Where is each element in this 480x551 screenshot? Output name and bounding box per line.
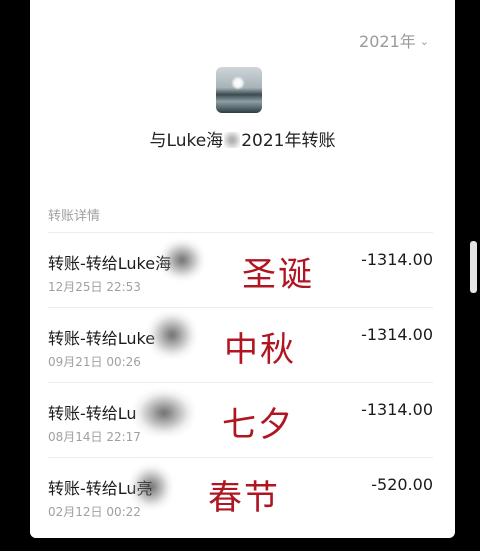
annotation-note: 春节 bbox=[208, 478, 280, 518]
redaction-blur bbox=[130, 465, 172, 509]
page-title: 与Luke海 2021年转账 bbox=[30, 126, 455, 151]
transfer-row[interactable]: 转账-转给Luke海 12月25日 22:53 -1314.00 bbox=[48, 232, 433, 307]
transfer-amount: -1314.00 bbox=[361, 325, 433, 344]
transfer-amount: -520.00 bbox=[371, 475, 433, 494]
transfer-time: 12月25日 22:53 bbox=[48, 280, 141, 294]
section-label: 转账详情 bbox=[48, 209, 101, 224]
chevron-down-icon: ⌄ bbox=[419, 34, 429, 48]
scroll-indicator[interactable] bbox=[470, 241, 477, 293]
annotation-note: 七夕 bbox=[222, 405, 294, 445]
statement-screen: 2021年 ⌄ 与Luke海 2021年转账 转账详情 转账-转给Luke海 12… bbox=[30, 0, 455, 538]
annotation-note: 中秋 bbox=[224, 330, 296, 370]
avatar-sun bbox=[231, 76, 245, 90]
transfer-amount: -1314.00 bbox=[361, 400, 433, 419]
transfer-time: 08月14日 22:17 bbox=[48, 430, 141, 444]
title-prefix: 与Luke海 bbox=[149, 131, 224, 151]
transfer-time: 02月12日 00:22 bbox=[48, 505, 141, 519]
year-label: 2021年 bbox=[359, 32, 416, 51]
annotation-note: 圣诞 bbox=[242, 255, 314, 295]
transfer-amount: -1314.00 bbox=[361, 250, 433, 269]
transfer-name: 转账-转给Lu bbox=[48, 404, 137, 423]
transfer-time: 09月21日 00:26 bbox=[48, 355, 141, 369]
transfer-name: 转账-转给Luke bbox=[48, 329, 156, 348]
transfer-name: 转账-转给Luke海 bbox=[48, 254, 172, 273]
title-suffix: 2021年转账 bbox=[241, 131, 336, 151]
avatar[interactable] bbox=[216, 67, 262, 113]
year-selector[interactable]: 2021年 ⌄ bbox=[359, 28, 429, 52]
redaction-blur bbox=[134, 390, 194, 436]
redaction-blur bbox=[148, 312, 196, 358]
redaction-blur bbox=[224, 132, 241, 148]
redaction-blur bbox=[160, 240, 204, 280]
